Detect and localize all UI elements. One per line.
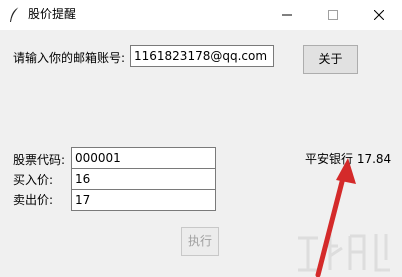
title-bar: 股价提醒 bbox=[0, 0, 402, 30]
sell-price-label: 卖出价: bbox=[13, 193, 54, 207]
stock-code-label: 股票代码: bbox=[13, 153, 66, 167]
maximize-icon bbox=[328, 10, 338, 20]
maximize-button[interactable] bbox=[310, 0, 356, 30]
buy-price-input[interactable] bbox=[71, 168, 216, 190]
email-input[interactable] bbox=[130, 45, 274, 67]
execute-button[interactable]: 执行 bbox=[181, 227, 219, 256]
window-title: 股价提醒 bbox=[28, 7, 77, 21]
feather-icon bbox=[10, 6, 20, 22]
about-button[interactable]: 关于 bbox=[303, 45, 358, 74]
minimize-button[interactable] bbox=[264, 0, 310, 30]
close-button[interactable] bbox=[356, 0, 402, 30]
red-arrow-icon bbox=[315, 158, 356, 277]
email-label: 请输入你的邮箱账号: bbox=[13, 51, 126, 65]
minimize-icon bbox=[282, 14, 292, 16]
close-icon bbox=[374, 10, 384, 20]
sell-price-input[interactable] bbox=[71, 189, 216, 211]
buy-price-label: 买入价: bbox=[13, 173, 54, 187]
stock-code-input[interactable] bbox=[71, 147, 216, 169]
